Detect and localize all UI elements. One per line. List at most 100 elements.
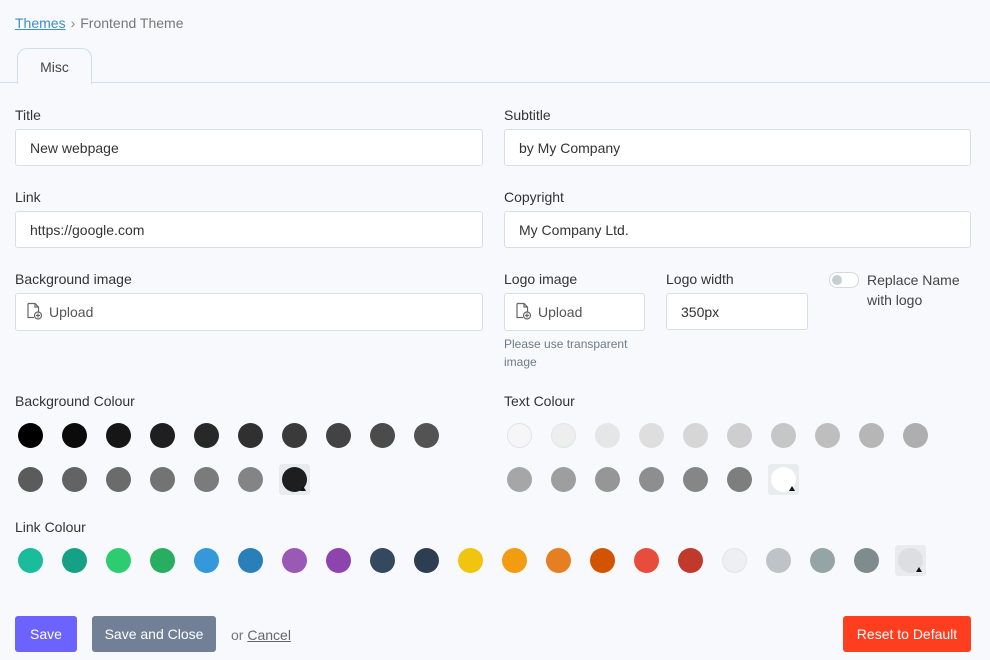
link-colour-custom-picker[interactable] bbox=[895, 545, 926, 576]
background-colour-swatch[interactable] bbox=[326, 423, 351, 448]
logo-image-upload-label: Upload bbox=[538, 304, 583, 320]
link-colour-label: Link Colour bbox=[15, 519, 86, 535]
breadcrumb-link-themes[interactable]: Themes bbox=[15, 15, 66, 31]
background-colour-swatch[interactable] bbox=[414, 423, 439, 448]
link-input[interactable] bbox=[30, 221, 482, 238]
breadcrumb-separator: › bbox=[70, 15, 76, 31]
background-colour-swatch[interactable] bbox=[18, 423, 43, 448]
logo-width-field[interactable] bbox=[666, 293, 808, 330]
breadcrumb-current: Frontend Theme bbox=[80, 15, 184, 31]
logo-image-hint: Please use transparent image bbox=[504, 337, 628, 369]
background-colour-custom-picker[interactable] bbox=[279, 464, 310, 495]
background-colour-swatch[interactable] bbox=[106, 423, 131, 448]
background-colour-swatch[interactable] bbox=[194, 467, 219, 492]
title-input[interactable] bbox=[30, 139, 482, 156]
link-colour-swatch[interactable] bbox=[238, 548, 263, 573]
link-label: Link bbox=[15, 189, 41, 205]
background-colour-swatch[interactable] bbox=[370, 423, 395, 448]
text-colour-swatch[interactable] bbox=[771, 423, 796, 448]
copyright-label: Copyright bbox=[504, 189, 564, 205]
text-colour-swatch[interactable] bbox=[683, 467, 708, 492]
background-colour-swatch[interactable] bbox=[194, 423, 219, 448]
link-colour-swatch[interactable] bbox=[590, 548, 615, 573]
link-colour-swatch[interactable] bbox=[282, 548, 307, 573]
logo-image-label: Logo image bbox=[504, 271, 578, 287]
toggle-knob bbox=[832, 275, 842, 285]
logo-width-input[interactable] bbox=[681, 303, 807, 320]
cancel-link[interactable]: Cancel bbox=[247, 627, 291, 643]
link-colour-swatch[interactable] bbox=[18, 548, 43, 573]
background-colour-swatch[interactable] bbox=[18, 467, 43, 492]
picker-arrow-icon bbox=[789, 486, 795, 491]
replace-name-toggle[interactable] bbox=[829, 272, 859, 288]
text-colour-swatch[interactable] bbox=[639, 423, 664, 448]
link-colour-swatch[interactable] bbox=[194, 548, 219, 573]
replace-name-label: Replace Name with logo bbox=[867, 272, 960, 308]
link-colour-swatch[interactable] bbox=[370, 548, 395, 573]
link-colour-swatch[interactable] bbox=[546, 548, 571, 573]
text-colour-swatch[interactable] bbox=[507, 467, 532, 492]
link-colour-swatch[interactable] bbox=[502, 548, 527, 573]
background-colour-swatch[interactable] bbox=[62, 467, 87, 492]
text-colour-swatch[interactable] bbox=[595, 423, 620, 448]
text-colour-swatch[interactable] bbox=[727, 423, 752, 448]
link-colour-swatch[interactable] bbox=[854, 548, 879, 573]
copyright-field[interactable] bbox=[504, 211, 971, 248]
link-colour-swatch[interactable] bbox=[634, 548, 659, 573]
text-colour-label: Text Colour bbox=[504, 393, 575, 409]
link-colour-swatch[interactable] bbox=[326, 548, 351, 573]
background-colour-swatch[interactable] bbox=[282, 423, 307, 448]
link-colour-swatch[interactable] bbox=[62, 548, 87, 573]
background-colour-swatch[interactable] bbox=[238, 423, 263, 448]
background-colour-swatch[interactable] bbox=[238, 467, 263, 492]
picker-arrow-icon bbox=[916, 567, 922, 572]
file-upload-icon bbox=[514, 302, 538, 323]
background-image-label: Background image bbox=[15, 271, 132, 287]
text-colour-swatch[interactable] bbox=[551, 467, 576, 492]
link-colour-swatch[interactable] bbox=[414, 548, 439, 573]
text-colour-swatch[interactable] bbox=[683, 423, 708, 448]
reset-to-default-button[interactable]: Reset to Default bbox=[843, 616, 971, 652]
link-colour-swatch[interactable] bbox=[810, 548, 835, 573]
text-colour-swatch[interactable] bbox=[859, 423, 884, 448]
text-colour-swatch[interactable] bbox=[507, 423, 532, 448]
text-colour-custom-picker[interactable] bbox=[768, 464, 799, 495]
link-field[interactable] bbox=[15, 211, 483, 248]
tab-bar: Misc bbox=[0, 46, 990, 84]
text-colour-swatch[interactable] bbox=[903, 423, 928, 448]
title-label: Title bbox=[15, 107, 41, 123]
text-colour-swatch[interactable] bbox=[595, 467, 620, 492]
subtitle-label: Subtitle bbox=[504, 107, 551, 123]
save-button[interactable]: Save bbox=[15, 616, 77, 652]
link-colour-swatch[interactable] bbox=[458, 548, 483, 573]
tab-misc[interactable]: Misc bbox=[17, 48, 92, 84]
title-field[interactable] bbox=[15, 129, 483, 166]
background-image-upload-label: Upload bbox=[49, 304, 94, 320]
or-text: or bbox=[231, 627, 244, 643]
background-colour-label: Background Colour bbox=[15, 393, 135, 409]
link-colour-swatch[interactable] bbox=[150, 548, 175, 573]
save-and-close-button[interactable]: Save and Close bbox=[92, 616, 216, 652]
link-colour-swatch[interactable] bbox=[106, 548, 131, 573]
text-colour-swatch[interactable] bbox=[551, 423, 576, 448]
cancel-group: or Cancel bbox=[231, 627, 291, 643]
text-colour-swatch[interactable] bbox=[815, 423, 840, 448]
link-colour-swatch[interactable] bbox=[678, 548, 703, 573]
text-colour-swatch[interactable] bbox=[639, 467, 664, 492]
picker-arrow-icon bbox=[300, 486, 306, 491]
background-colour-swatch[interactable] bbox=[150, 423, 175, 448]
logo-image-upload[interactable]: Upload bbox=[504, 293, 645, 331]
link-colour-swatch[interactable] bbox=[766, 548, 791, 573]
file-upload-icon bbox=[25, 302, 49, 323]
background-image-upload[interactable]: Upload bbox=[15, 293, 483, 331]
background-colour-swatch[interactable] bbox=[106, 467, 131, 492]
text-colour-swatch[interactable] bbox=[727, 467, 752, 492]
subtitle-field[interactable] bbox=[504, 129, 971, 166]
subtitle-input[interactable] bbox=[519, 139, 970, 156]
link-colour-swatch[interactable] bbox=[722, 548, 747, 573]
logo-width-label: Logo width bbox=[666, 271, 734, 287]
copyright-input[interactable] bbox=[519, 221, 970, 238]
background-colour-swatch[interactable] bbox=[150, 467, 175, 492]
breadcrumb: Themes › Frontend Theme bbox=[15, 15, 184, 31]
background-colour-swatch[interactable] bbox=[62, 423, 87, 448]
